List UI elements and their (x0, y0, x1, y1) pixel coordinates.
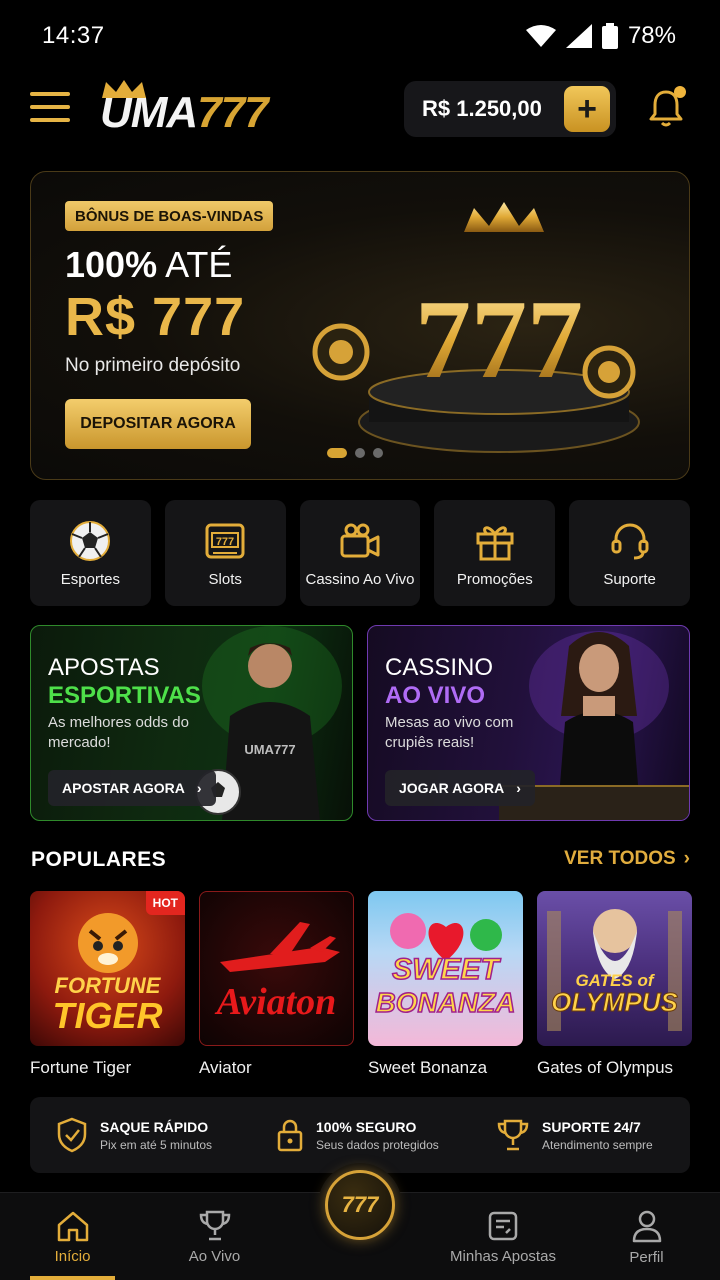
notification-dot (674, 86, 686, 98)
category-shortcuts: Esportes 777 Slots Cassino Ao Vivo Promo… (30, 500, 690, 606)
game-card-fortune-tiger[interactable]: FORTUNE TIGER HOT Fortune Tiger (30, 891, 185, 1078)
center-777-button[interactable]: 777 (318, 1163, 402, 1247)
gift-icon (476, 525, 514, 560)
trust-fast-withdraw: SAQUE RÁPIDO Pix em até 5 minutos (30, 1117, 250, 1153)
video-camera-icon (340, 523, 380, 557)
nav-perfil[interactable]: Perfil (604, 1193, 689, 1280)
trophy-icon (199, 1210, 230, 1240)
bonus-headline: 100% ATÉ (65, 244, 233, 285)
nav-minhas-apostas[interactable]: Minhas Apostas (443, 1193, 563, 1280)
balance-amount: R$ 1.250,00 (422, 96, 542, 121)
wifi-icon (525, 25, 556, 47)
ticket-icon (488, 1211, 518, 1240)
signal-icon (565, 24, 592, 48)
casino-card-title: CASSINO (385, 654, 494, 681)
category-cassino-ao-vivo[interactable]: Cassino Ao Vivo (299, 500, 421, 606)
casino-card-subtitle: AO VIVO (385, 682, 486, 709)
active-tab-indicator (30, 1276, 115, 1280)
casino-card-description: Mesas ao vivo com crupiês reais! (385, 714, 514, 751)
category-suporte[interactable]: Suporte (569, 500, 690, 606)
notifications-button[interactable] (644, 86, 688, 130)
carousel-dot[interactable] (373, 448, 383, 458)
game-thumbnail: GATES of OLYMPUS (537, 891, 692, 1046)
game-name: Fortune Tiger (30, 1058, 132, 1077)
status-bar: 14:37 78% (0, 0, 720, 72)
lock-icon (277, 1119, 303, 1152)
nav-ao-vivo[interactable]: Ao Vivo (172, 1193, 257, 1280)
shield-check-icon (57, 1117, 87, 1153)
game-thumbnail: Aviaton (199, 891, 354, 1046)
carousel-dots[interactable] (327, 448, 383, 458)
game-thumbnail: SWEET BONANZA (368, 891, 523, 1046)
bottom-navigation: Início Ao Vivo 777 Minhas Apostas Perfil (0, 1163, 720, 1280)
category-slots[interactable]: 777 Slots (164, 500, 286, 606)
welcome-bonus-banner[interactable]: BÔNUS DE BOAS-VINDAS 100% ATÉ R$ 777 No … (30, 171, 690, 480)
chevron-right-icon: › (683, 848, 690, 869)
game-card-sweet-bonanza[interactable]: SWEET BONANZA Sweet Bonanza (368, 891, 523, 1078)
sports-card-subtitle: ESPORTIVAS (48, 682, 201, 709)
deposit-plus-button[interactable]: + (564, 86, 610, 132)
soccer-ball-icon (70, 520, 111, 561)
sports-betting-card[interactable]: UMA777 APOSTAS ESPORTIVAS As melhores od… (30, 625, 353, 821)
bonus-amount: R$ 777 (65, 287, 246, 347)
svg-text:777: 777 (216, 536, 234, 548)
app-header: UMA 777 R$ 1.250,00 + (0, 78, 720, 140)
home-icon (57, 1211, 88, 1241)
slot-machine-icon: 777 (205, 523, 245, 558)
zeus-image (547, 909, 682, 1031)
trust-secure: 100% SEGURO Seus dados protegidos (250, 1117, 470, 1153)
live-casino-card[interactable]: CASSINO AO VIVO Mesas ao vivo com crupiê… (367, 625, 690, 821)
nav-inicio[interactable]: Início (30, 1193, 115, 1280)
popular-games-row: FORTUNE TIGER HOT Fortune Tiger Aviaton … (30, 891, 692, 1078)
deposit-now-button[interactable]: DEPOSITAR AGORA (65, 399, 251, 449)
play-now-button[interactable]: JOGAR AGORA › (385, 770, 535, 806)
section-title-populares: POPULARES (31, 848, 167, 871)
bet-now-button[interactable]: APOSTAR AGORA › (48, 770, 216, 806)
brand-logo[interactable]: UMA 777 (100, 80, 269, 137)
see-all-link[interactable]: VER TODOS › (564, 848, 690, 870)
balance-pill: R$ 1.250,00 + (404, 81, 616, 137)
game-thumbnail: FORTUNE TIGER HOT (30, 891, 185, 1046)
hot-badge: HOT (145, 891, 185, 915)
status-time: 14:37 (42, 22, 105, 49)
sports-card-description: As melhores odds do mercado! (48, 714, 189, 751)
category-promocoes[interactable]: Promoções (434, 500, 556, 606)
sports-card-title: APOSTAS (48, 654, 160, 681)
svg-text:777: 777 (415, 278, 583, 402)
chevron-right-icon: › (196, 780, 202, 796)
jackpot-777-art: 777 (312, 202, 640, 453)
menu-button[interactable] (30, 92, 70, 126)
svg-text:UMA777: UMA777 (244, 742, 295, 757)
coin-777-icon: 777 (325, 1170, 395, 1240)
carousel-dot-active[interactable] (327, 448, 347, 458)
game-name: Aviator (199, 1058, 252, 1077)
trust-features-bar: SAQUE RÁPIDO Pix em até 5 minutos 100% SE… (30, 1097, 690, 1173)
battery-level: 78% (627, 22, 676, 49)
chevron-right-icon: › (516, 780, 521, 796)
user-icon (632, 1210, 661, 1242)
game-card-aviator[interactable]: Aviaton Aviator (199, 891, 354, 1078)
trophy-icon (497, 1119, 529, 1151)
battery-icon (601, 23, 618, 49)
menu-icon (30, 92, 70, 96)
bonus-subtitle: No primeiro depósito (65, 355, 241, 376)
crown-icon (102, 80, 146, 98)
headset-icon (611, 523, 649, 559)
game-name: Sweet Bonanza (368, 1058, 488, 1077)
bonus-tag: BÔNUS DE BOAS-VINDAS (65, 201, 274, 231)
category-esportes[interactable]: Esportes (30, 500, 151, 606)
game-card-gates-of-olympus[interactable]: GATES of OLYMPUS Gates of Olympus (537, 891, 692, 1078)
game-name: Gates of Olympus (537, 1058, 674, 1077)
logo-number: 777 (197, 88, 268, 137)
trust-support: SUPORTE 24/7 Atendimento sempre (470, 1118, 690, 1152)
carousel-dot[interactable] (355, 448, 365, 458)
